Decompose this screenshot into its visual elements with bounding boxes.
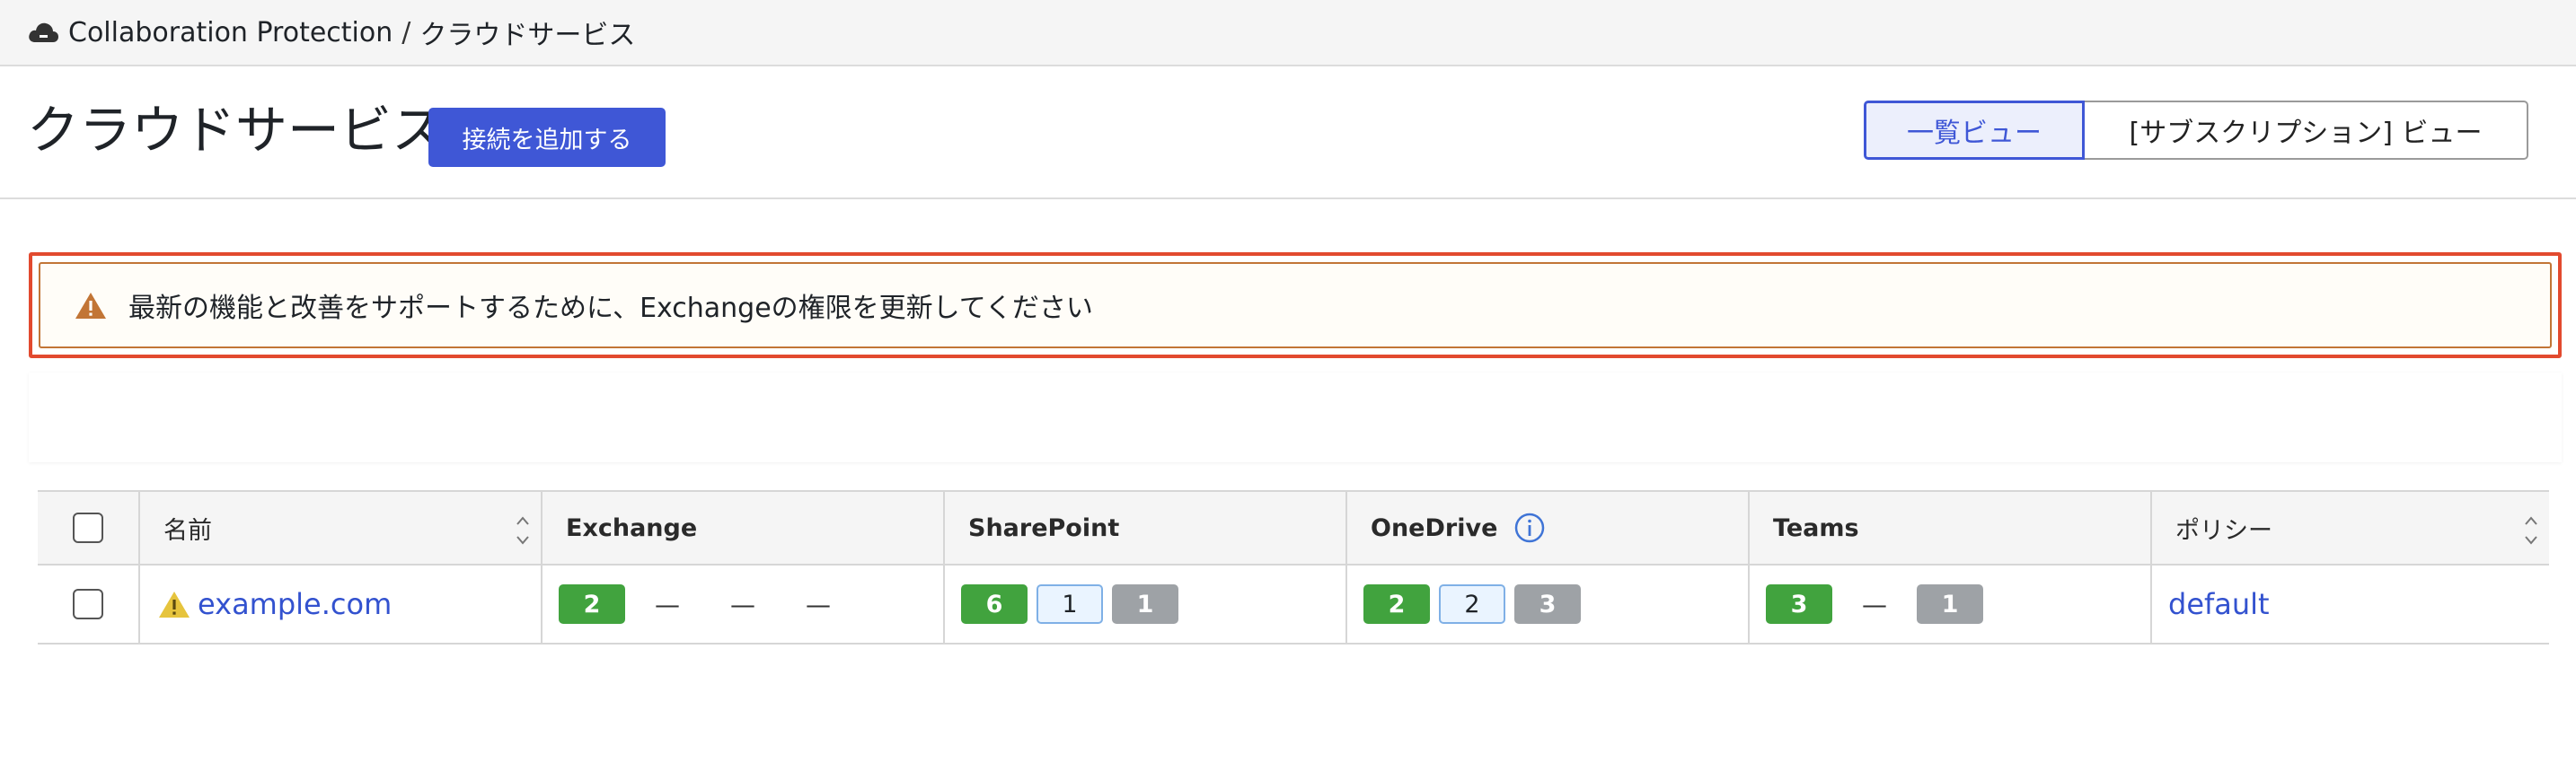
exchange-count-empty: — bbox=[806, 589, 831, 619]
teams-count-protected[interactable]: 3 bbox=[1766, 584, 1832, 624]
teams-cell: 3 — 1 bbox=[1748, 566, 2150, 643]
permission-alert: 最新の機能と改善をサポートするために、Exchangeの権限を更新してください bbox=[39, 262, 2552, 348]
exchange-count-protected[interactable]: 2 bbox=[559, 584, 625, 624]
onedrive-count-protected[interactable]: 2 bbox=[1363, 584, 1430, 624]
cloud-services-table: 名前 Exchange SharePoint OneDrive Teams ポリ… bbox=[38, 490, 2549, 645]
onedrive-cell: 2 2 3 bbox=[1345, 566, 1748, 643]
sharepoint-count-protected[interactable]: 6 bbox=[961, 584, 1028, 624]
info-icon[interactable] bbox=[1513, 512, 1546, 544]
column-onedrive-label: OneDrive bbox=[1371, 513, 1498, 542]
column-teams: Teams bbox=[1748, 492, 2150, 564]
teams-count-unprotected[interactable]: 1 bbox=[1917, 584, 1983, 624]
alert-highlight: 最新の機能と改善をサポートするために、Exchangeの権限を更新してください bbox=[29, 252, 2562, 358]
column-exchange-label: Exchange bbox=[566, 513, 698, 542]
table-row: example.com 2 — — — 6 1 1 2 2 3 3 — 1 de… bbox=[38, 566, 2549, 645]
column-name[interactable]: 名前 bbox=[138, 492, 541, 564]
column-policy-label: ポリシー bbox=[2175, 516, 2272, 545]
breadcrumb: Collaboration Protection / クラウドサービス bbox=[0, 0, 2576, 66]
header-checkbox-cell bbox=[38, 492, 138, 564]
add-connection-button[interactable]: 接続を追加する bbox=[428, 108, 666, 167]
empty-panel bbox=[29, 373, 2562, 462]
exchange-count-empty: — bbox=[655, 589, 680, 619]
exchange-count-empty: — bbox=[730, 589, 755, 619]
sharepoint-cell: 6 1 1 bbox=[943, 566, 1345, 643]
page-title: クラウドサービス bbox=[27, 100, 445, 161]
breadcrumb-current: クラウドサービス bbox=[419, 20, 636, 51]
column-sharepoint: SharePoint bbox=[943, 492, 1345, 564]
onedrive-count-unprotected[interactable]: 3 bbox=[1514, 584, 1581, 624]
name-cell: example.com bbox=[138, 566, 541, 643]
sort-icon[interactable] bbox=[2522, 512, 2540, 549]
sharepoint-count-pending[interactable]: 1 bbox=[1037, 584, 1103, 624]
list-view-button[interactable]: 一覧ビュー bbox=[1864, 101, 2085, 160]
warning-icon bbox=[159, 592, 190, 618]
policy-link[interactable]: default bbox=[2168, 587, 2270, 621]
select-all-checkbox[interactable] bbox=[73, 513, 103, 543]
row-checkbox-cell bbox=[38, 566, 138, 643]
exchange-cell: 2 — — — bbox=[541, 566, 943, 643]
sort-icon[interactable] bbox=[514, 512, 532, 549]
subscription-view-button[interactable]: [サブスクリプション] ビュー bbox=[2085, 101, 2528, 160]
view-toggle: 一覧ビュー [サブスクリプション] ビュー bbox=[1864, 101, 2528, 160]
column-teams-label: Teams bbox=[1773, 513, 1859, 542]
cloud-icon bbox=[29, 22, 58, 42]
column-onedrive: OneDrive bbox=[1345, 492, 1748, 564]
column-name-label: 名前 bbox=[163, 516, 212, 545]
column-policy[interactable]: ポリシー bbox=[2150, 492, 2549, 564]
tenant-link[interactable]: example.com bbox=[198, 587, 392, 621]
breadcrumb-root[interactable]: Collaboration Protection bbox=[68, 17, 393, 48]
table-header: 名前 Exchange SharePoint OneDrive Teams ポリ… bbox=[38, 490, 2549, 566]
onedrive-count-pending[interactable]: 2 bbox=[1439, 584, 1505, 624]
teams-count-empty: — bbox=[1862, 589, 1887, 619]
column-sharepoint-label: SharePoint bbox=[968, 513, 1120, 542]
sharepoint-count-unprotected[interactable]: 1 bbox=[1112, 584, 1178, 624]
column-exchange: Exchange bbox=[541, 492, 943, 564]
breadcrumb-separator: / bbox=[401, 16, 411, 48]
header-divider bbox=[0, 197, 2576, 199]
alert-message: 最新の機能と改善をサポートするために、Exchangeの権限を更新してください bbox=[128, 293, 1093, 324]
policy-cell: default bbox=[2150, 566, 2549, 643]
row-checkbox[interactable] bbox=[73, 589, 103, 619]
warning-icon bbox=[75, 293, 106, 319]
